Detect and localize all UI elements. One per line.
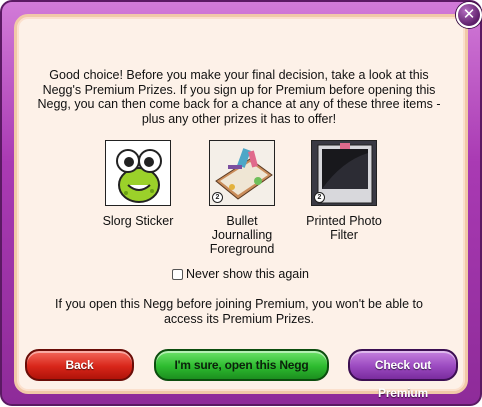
warning-message: If you open this Negg before joining Pre… — [55, 297, 423, 326]
premium-badge-icon: 2 — [314, 192, 325, 203]
prize-label: Slorg Sticker — [102, 214, 174, 228]
prize-list: Slorg Sticker 2 Bullet Journalling Foreg… — [90, 140, 390, 260]
prize-label: Printed Photo Filter — [306, 214, 382, 242]
close-icon[interactable]: ✕ — [456, 2, 482, 28]
prize-item: Slorg Sticker — [92, 140, 184, 228]
prize-label: Bullet Journalling Foreground — [209, 214, 275, 256]
slorg-sticker-image — [105, 140, 171, 206]
prize-item: 2 Bullet Journalling Foreground — [196, 140, 288, 256]
premium-badge-icon: 2 — [212, 192, 223, 203]
intro-message: Good choice! Before you make your final … — [37, 68, 441, 126]
never-show-checkbox[interactable] — [172, 268, 183, 280]
never-show-label: Never show this again — [186, 267, 309, 281]
never-show-option[interactable]: Never show this again — [172, 266, 309, 282]
prize-item: 2 Printed Photo Filter — [298, 140, 390, 242]
back-button[interactable]: Back — [25, 349, 134, 381]
check-out-premium-button[interactable]: Check out Premium — [348, 349, 458, 400]
open-negg-button[interactable]: I'm sure, open this Negg — [154, 349, 329, 381]
bullet-journal-image: 2 — [209, 140, 275, 206]
photo-filter-image: 2 — [311, 140, 377, 206]
